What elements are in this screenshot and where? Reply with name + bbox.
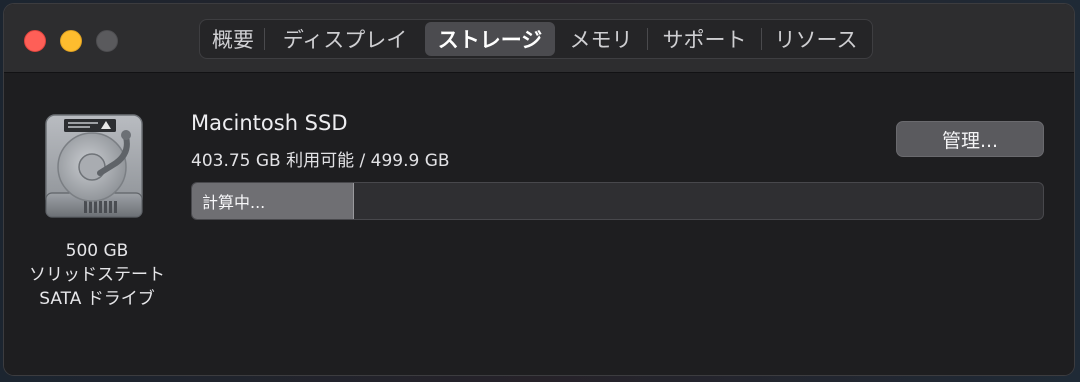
volume-name: Macintosh SSD — [191, 111, 348, 135]
storage-calculating-label: 計算中... — [202, 193, 266, 212]
tab-memory[interactable]: メモリ — [555, 22, 647, 56]
drive-caption: 500 GB ソリッドステート SATA ドライブ — [12, 239, 182, 311]
drive-size: 500 GB — [65, 241, 129, 261]
tab-bar: 概要 ディスプレイ ストレージ メモリ サポート リソース — [199, 19, 873, 59]
zoom-button — [96, 30, 118, 52]
drive-interface: SATA ドライブ — [39, 289, 155, 309]
tab-storage[interactable]: ストレージ — [425, 22, 555, 56]
volume-capacity: 403.75 GB 利用可能 / 499.9 GB — [191, 151, 450, 171]
tab-displays[interactable]: ディスプレイ — [265, 22, 425, 56]
tab-overview[interactable]: 概要 — [202, 22, 264, 56]
about-this-mac-window: 概要 ディスプレイ ストレージ メモリ サポート リソース 500 GB ソリッ… — [3, 3, 1075, 376]
storage-usage-bar: 計算中... — [191, 182, 1044, 220]
tab-support[interactable]: サポート — [648, 22, 761, 56]
storage-pane: 500 GB ソリッドステート SATA ドライブ Macintosh SSD … — [4, 73, 1074, 375]
hard-drive-icon — [45, 114, 143, 218]
window-titlebar: 概要 ディスプレイ ストレージ メモリ サポート リソース — [4, 4, 1074, 73]
close-button[interactable] — [24, 30, 46, 52]
tab-resources[interactable]: リソース — [762, 22, 870, 56]
drive-type: ソリッドステート — [29, 265, 165, 285]
manage-button[interactable]: 管理... — [896, 121, 1044, 157]
minimize-button[interactable] — [60, 30, 82, 52]
